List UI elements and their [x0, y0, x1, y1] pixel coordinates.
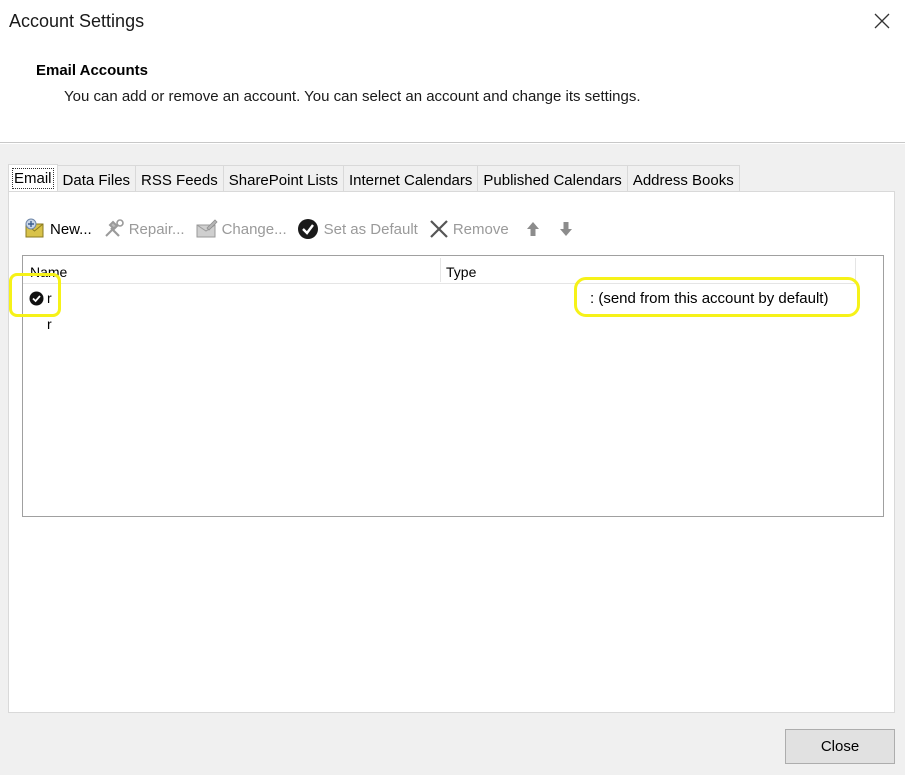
account-name: r	[47, 290, 52, 306]
account-row[interactable]: r	[24, 312, 856, 336]
dialog-body: Email Data Files RSS Feeds SharePoint Li…	[0, 144, 905, 775]
arrow-down-icon	[559, 222, 572, 236]
email-tab-panel: New... Repair... Change... Set as Defaul…	[8, 191, 895, 713]
arrow-up-icon	[526, 222, 539, 236]
move-up-button[interactable]	[523, 216, 546, 242]
account-name: r	[47, 316, 52, 332]
account-row[interactable]: r : (send from this account by default)	[24, 286, 856, 310]
remove-x-icon	[430, 220, 448, 238]
new-account-icon	[25, 218, 44, 238]
column-divider[interactable]	[855, 258, 856, 282]
account-type: : (send from this account by default)	[590, 290, 829, 307]
change-button[interactable]: Change...	[195, 216, 287, 242]
remove-button[interactable]: Remove	[428, 216, 509, 242]
tab-internet-calendars[interactable]: Internet Calendars	[342, 165, 479, 193]
close-icon[interactable]	[866, 6, 898, 38]
set-as-default-button[interactable]: Set as Default	[297, 216, 418, 242]
tab-data-files[interactable]: Data Files	[56, 165, 137, 193]
list-header: Name Type	[23, 256, 857, 284]
tab-address-books[interactable]: Address Books	[626, 165, 740, 193]
tab-sharepoint-lists[interactable]: SharePoint Lists	[222, 165, 344, 193]
repair-icon	[104, 219, 124, 237]
move-down-button[interactable]	[556, 216, 579, 242]
tab-email[interactable]: Email	[8, 164, 58, 193]
change-icon	[196, 219, 218, 238]
tab-published-calendars[interactable]: Published Calendars	[477, 165, 628, 193]
account-list[interactable]: Name Type r : (send from this account by…	[22, 255, 884, 517]
column-header-type[interactable]: Type	[446, 264, 476, 280]
column-header-name[interactable]: Name	[30, 264, 67, 280]
section-title: Email Accounts	[36, 62, 148, 79]
column-divider[interactable]	[440, 258, 441, 282]
close-button[interactable]: Close	[785, 729, 895, 764]
new-account-button[interactable]: New...	[23, 216, 92, 242]
check-circle-icon	[297, 219, 318, 239]
tab-rss-feeds[interactable]: RSS Feeds	[135, 165, 224, 193]
window-title: Account Settings	[9, 11, 145, 31]
title-bar: Account Settings	[0, 0, 905, 44]
account-toolbar: New... Repair... Change... Set as Defaul…	[23, 216, 589, 242]
repair-button[interactable]: Repair...	[102, 216, 185, 242]
header-section: Email Accounts You can add or remove an …	[0, 44, 905, 143]
section-description: You can add or remove an account. You ca…	[64, 88, 641, 105]
tab-strip: Email Data Files RSS Feeds SharePoint Li…	[8, 164, 740, 193]
default-account-check-icon	[29, 291, 44, 311]
